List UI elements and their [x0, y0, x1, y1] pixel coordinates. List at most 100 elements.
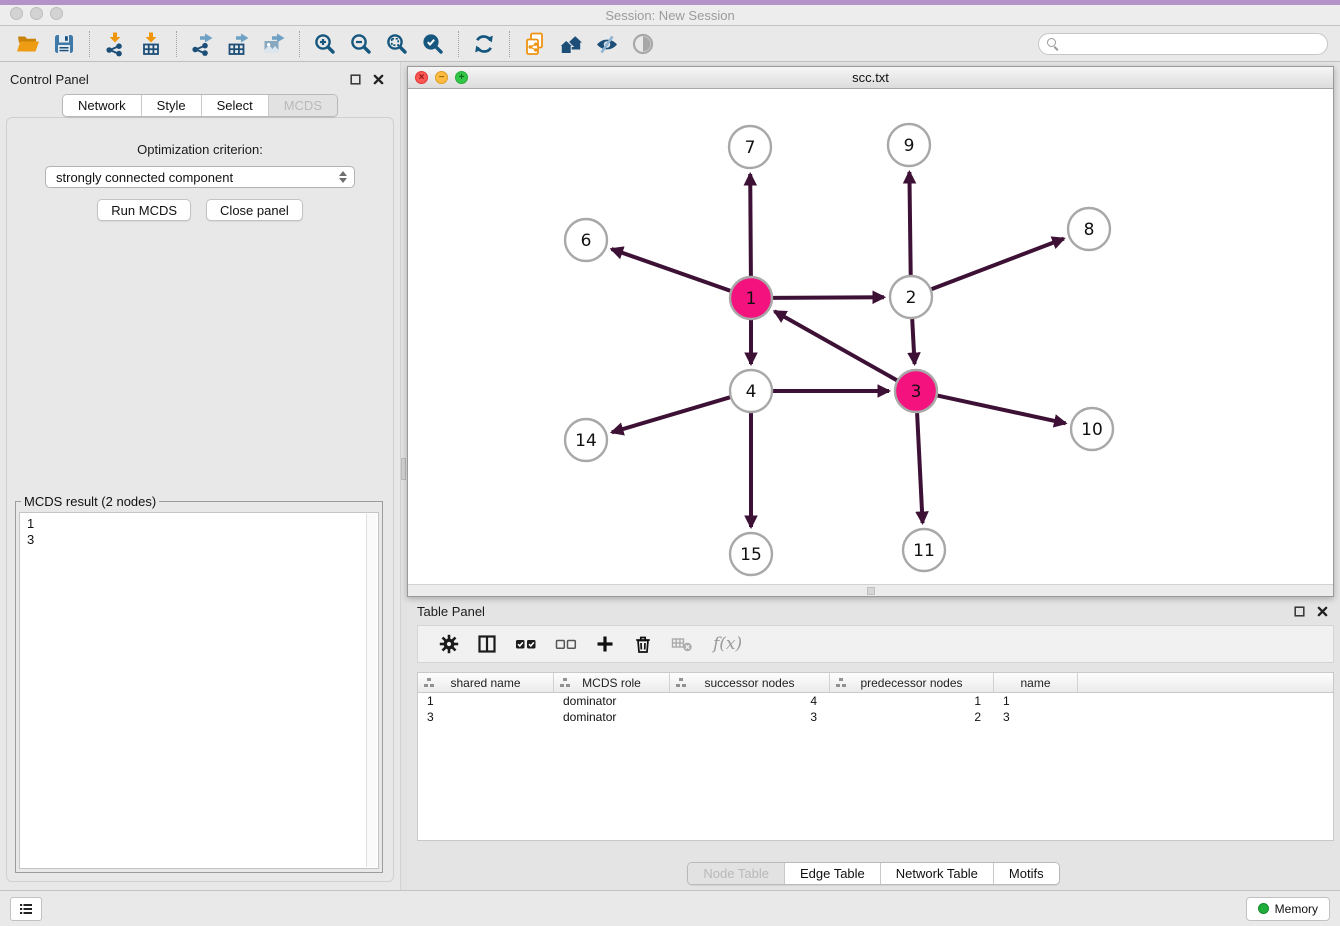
cell-successor-nodes: 4	[670, 694, 830, 708]
window-titlebar: Session: New Session	[0, 5, 1340, 26]
delete-column-trash-icon[interactable]	[633, 629, 653, 659]
network-zoom-button[interactable]: +	[455, 71, 468, 84]
result-scrollbar[interactable]	[366, 514, 377, 867]
zoom-selected-button[interactable]	[415, 29, 451, 59]
column-settings-gear-icon[interactable]	[439, 629, 459, 659]
network-canvas[interactable]: 7968124314101511	[408, 89, 1333, 584]
search-box	[1038, 33, 1328, 55]
import-table-button[interactable]	[133, 29, 169, 59]
apply-layout-button[interactable]	[466, 29, 502, 59]
tab-edge-table[interactable]: Edge Table	[784, 863, 880, 884]
show-column-icon[interactable]	[477, 629, 497, 659]
show-task-history-button[interactable]	[10, 897, 42, 921]
zoom-in-button[interactable]	[307, 29, 343, 59]
mcds-result-area[interactable]: 1 3	[19, 512, 379, 869]
table-toolbar: f(x)	[417, 625, 1334, 663]
new-network-from-selection-button[interactable]	[517, 29, 553, 59]
cell-shared-name: 3	[418, 710, 554, 724]
apply-function-icon[interactable]: f(x)	[713, 629, 742, 659]
select-stepper-icon	[339, 171, 350, 184]
close-panel-icon[interactable]	[372, 73, 384, 85]
toolbar-separator	[89, 31, 90, 57]
divider-grip[interactable]	[867, 587, 875, 595]
run-mcds-button[interactable]: Run MCDS	[97, 199, 191, 221]
show-hidden-button[interactable]	[625, 29, 661, 59]
float-panel-icon[interactable]	[349, 73, 361, 85]
mcds-result-group: MCDS result (2 nodes) 1 3	[15, 494, 383, 873]
deselect-all-checkboxes-icon[interactable]	[555, 629, 577, 659]
first-neighbors-button[interactable]	[553, 29, 589, 59]
export-network-button[interactable]	[184, 29, 220, 59]
zoom-fit-button[interactable]	[379, 29, 415, 59]
splitter-grip[interactable]	[401, 458, 406, 480]
attribute-type-icon	[560, 678, 571, 688]
attribute-type-icon	[424, 678, 435, 688]
network-edge[interactable]	[773, 297, 884, 298]
network-edge[interactable]	[932, 239, 1064, 290]
attribute-type-icon	[676, 678, 687, 688]
network-node-label: 3	[911, 382, 922, 402]
mcds-result-line: 1	[27, 516, 371, 532]
control-panel: Control Panel Network Style Select MCDS	[0, 62, 400, 890]
select-all-checkboxes-icon[interactable]	[515, 629, 537, 659]
export-image-button[interactable]	[256, 29, 292, 59]
hide-graphics-details-button[interactable]	[589, 29, 625, 59]
network-minimize-button[interactable]: −	[435, 71, 448, 84]
node-table-header: shared name MCDS role successor nodes pr…	[418, 673, 1333, 693]
column-header-mcds-role[interactable]: MCDS role	[554, 673, 670, 692]
network-window-titlebar[interactable]: scc.txt × − +	[408, 67, 1333, 89]
network-edge[interactable]	[750, 174, 751, 276]
node-table[interactable]: shared name MCDS role successor nodes pr…	[417, 672, 1334, 841]
column-header-predecessor-nodes[interactable]: predecessor nodes	[830, 673, 994, 692]
network-edge[interactable]	[612, 249, 731, 291]
network-edge[interactable]	[917, 413, 923, 523]
float-table-panel-icon[interactable]	[1293, 605, 1305, 617]
network-bottom-divider[interactable]	[408, 584, 1333, 596]
panel-splitter[interactable]	[400, 62, 407, 890]
workspace: scc.txt × − + 7968124314101511 Table Pan…	[407, 62, 1340, 890]
cell-predecessor-nodes: 1	[830, 694, 994, 708]
delete-table-icon[interactable]	[671, 629, 695, 659]
window-controls	[10, 7, 63, 20]
close-panel-button[interactable]: Close panel	[206, 199, 303, 221]
network-edge[interactable]	[938, 396, 1066, 424]
tab-network[interactable]: Network	[63, 95, 141, 116]
network-node-label: 2	[906, 288, 917, 308]
table-panel: Table Panel	[407, 597, 1340, 890]
criterion-select[interactable]: strongly connected component	[45, 166, 355, 188]
network-node-label: 4	[746, 382, 757, 402]
save-session-button[interactable]	[46, 29, 82, 59]
table-row[interactable]: 1 dominator 4 1 1	[418, 693, 1333, 709]
tab-select[interactable]: Select	[201, 95, 268, 116]
network-edge[interactable]	[912, 319, 914, 364]
window-close-button[interactable]	[10, 7, 23, 20]
network-window-title: scc.txt	[408, 70, 1333, 85]
zoom-out-button[interactable]	[343, 29, 379, 59]
tab-style[interactable]: Style	[141, 95, 201, 116]
cell-predecessor-nodes: 2	[830, 710, 994, 724]
add-column-plus-icon[interactable]	[595, 629, 615, 659]
window-minimize-button[interactable]	[30, 7, 43, 20]
tab-motifs[interactable]: Motifs	[993, 863, 1059, 884]
search-input[interactable]	[1064, 36, 1319, 52]
network-close-button[interactable]: ×	[415, 71, 428, 84]
window-zoom-button[interactable]	[50, 7, 63, 20]
close-table-panel-icon[interactable]	[1316, 605, 1328, 617]
network-edge[interactable]	[612, 397, 730, 432]
import-network-button[interactable]	[97, 29, 133, 59]
table-row[interactable]: 3 dominator 3 2 3	[418, 709, 1333, 725]
export-table-button[interactable]	[220, 29, 256, 59]
cell-mcds-role: dominator	[554, 710, 670, 724]
network-edge[interactable]	[909, 172, 910, 275]
network-window-controls: × − +	[415, 71, 468, 84]
tab-network-table[interactable]: Network Table	[880, 863, 993, 884]
column-header-name[interactable]: name	[994, 673, 1078, 692]
status-bar: Memory	[0, 890, 1340, 926]
memory-button[interactable]: Memory	[1246, 897, 1330, 921]
tab-mcds[interactable]: MCDS	[268, 95, 337, 116]
column-header-successor-nodes[interactable]: successor nodes	[670, 673, 830, 692]
column-header-shared-name[interactable]: shared name	[418, 673, 554, 692]
network-edge[interactable]	[775, 311, 897, 380]
tab-node-table[interactable]: Node Table	[688, 863, 784, 884]
open-session-button[interactable]	[10, 29, 46, 59]
